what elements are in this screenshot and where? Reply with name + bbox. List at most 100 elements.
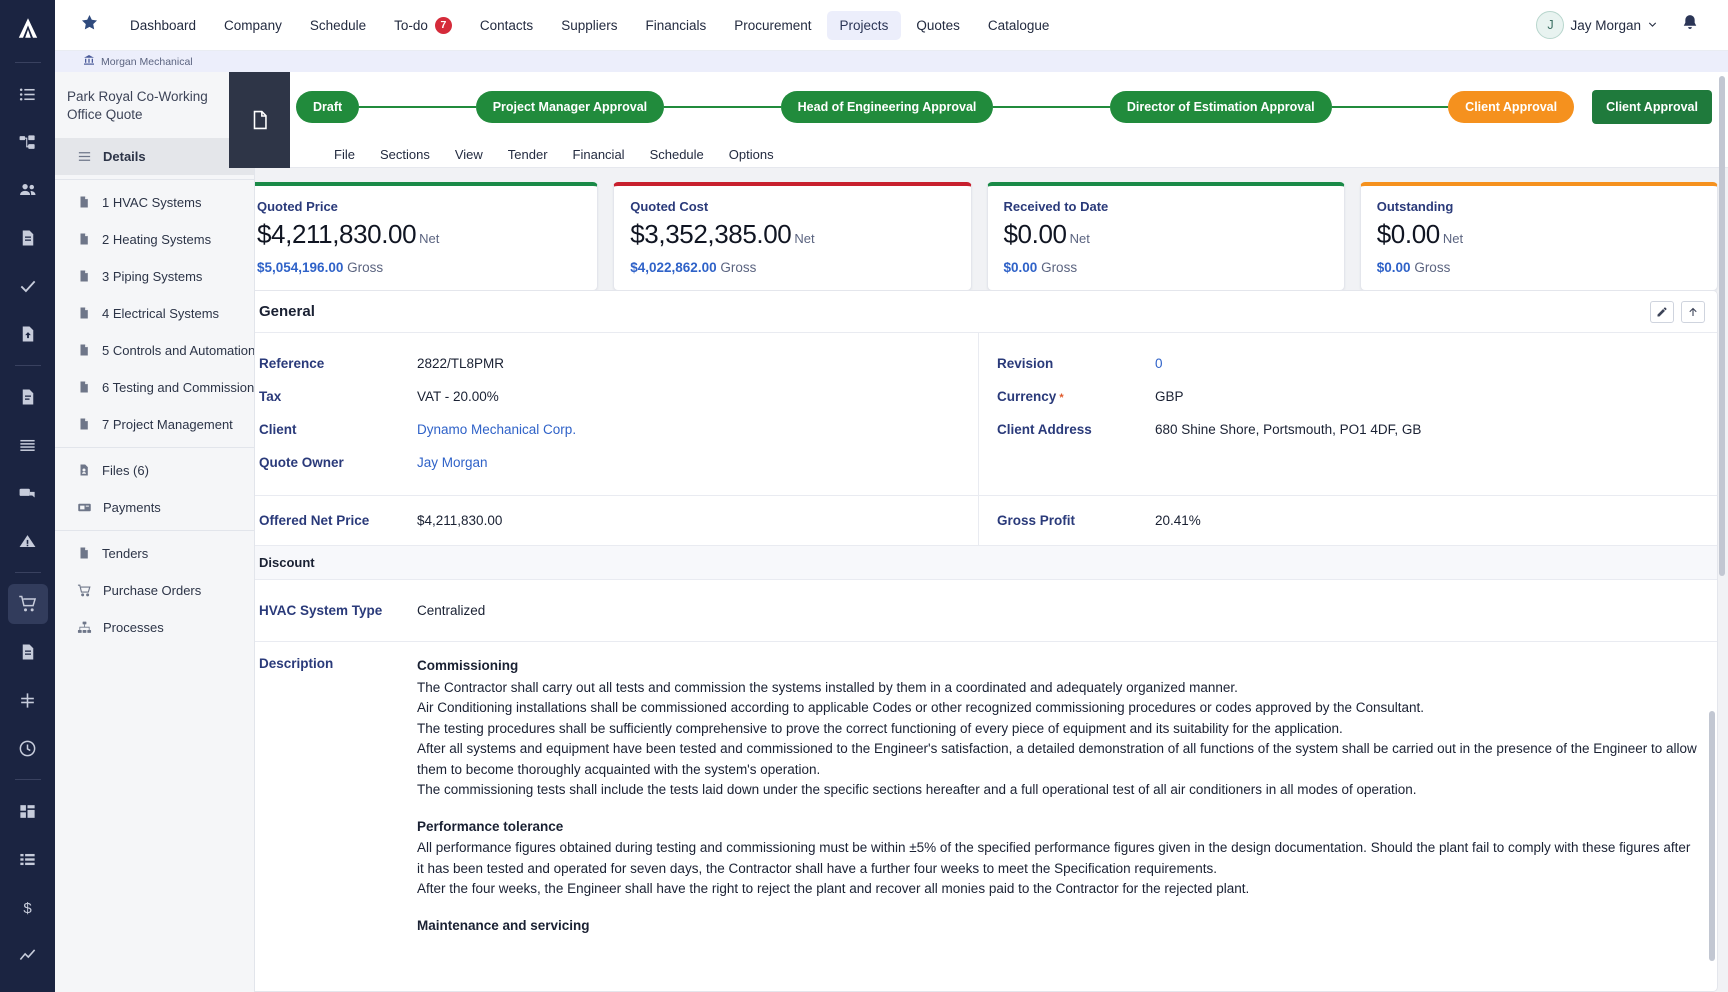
people-icon[interactable] <box>8 170 48 210</box>
nav-item-company[interactable]: Company <box>211 11 295 40</box>
sidebar-item-section-2[interactable]: 2 Heating Systems <box>55 221 254 258</box>
sidebar-item-section-7[interactable]: 7 Project Management <box>55 406 254 443</box>
payment-icon <box>77 500 92 515</box>
document-tab[interactable] <box>229 72 290 168</box>
svg-text:$: $ <box>23 900 32 917</box>
required-asterisk-icon: * <box>1056 392 1063 404</box>
field-value-client[interactable]: Dynamo Mechanical Corp. <box>417 422 576 437</box>
nav-item-financials[interactable]: Financials <box>632 11 719 40</box>
nav-item-procurement[interactable]: Procurement <box>721 11 824 40</box>
nav-item-contacts[interactable]: Contacts <box>467 11 546 40</box>
file-upload-icon[interactable] <box>8 314 48 354</box>
sidebar-item-label: 5 Controls and Automation <box>102 343 255 358</box>
edit-pencil-icon[interactable] <box>1650 301 1674 323</box>
workflow-step-client-approval[interactable]: Client Approval <box>1448 91 1574 123</box>
clock-icon[interactable] <box>8 728 48 768</box>
field-value-revision[interactable]: 0 <box>1155 356 1163 371</box>
client-approval-button[interactable]: Client Approval <box>1592 90 1712 124</box>
kpi-sub-row: $0.00 Gross <box>1004 260 1328 275</box>
sidebar-item-section-3[interactable]: 3 Piping Systems <box>55 258 254 295</box>
favorites-star-icon[interactable] <box>80 13 99 37</box>
sidebar-item-details[interactable]: Details <box>55 138 254 175</box>
sidebar-item-section-4[interactable]: 4 Electrical Systems <box>55 295 254 332</box>
workflow-step-draft[interactable]: Draft <box>296 91 359 123</box>
project-sidebar: Park Royal Co-Working Office Quote Detai… <box>55 72 255 992</box>
field-label-revision: Revision <box>997 356 1155 371</box>
field-row: Quote OwnerJay Morgan <box>241 446 978 479</box>
menu-item-file[interactable]: File <box>323 144 366 165</box>
menu-item-schedule[interactable]: Schedule <box>639 144 715 165</box>
nav-item-label: Dashboard <box>130 18 196 33</box>
main-stage: Draft Project Manager Approval Head of Eng… <box>229 72 1728 992</box>
currency-icon[interactable]: $ <box>8 887 48 927</box>
stage-scrollbar[interactable] <box>1719 76 1725 576</box>
kpi-label: Quoted Cost <box>630 199 954 214</box>
nav-item-quotes[interactable]: Quotes <box>903 11 973 40</box>
description-heading-maintenance: Maintenance and servicing <box>417 916 1699 937</box>
table-list-icon[interactable] <box>8 839 48 879</box>
app-logo[interactable] <box>0 0 55 55</box>
sidebar-item-section-6[interactable]: 6 Testing and Commissioning <box>55 369 254 406</box>
sidebar-item-section-5[interactable]: 5 Controls and Automation <box>55 332 254 369</box>
field-value-tax: VAT - 20.00% <box>417 389 499 404</box>
field-value-quote-owner[interactable]: Jay Morgan <box>417 455 488 470</box>
nav-item-suppliers[interactable]: Suppliers <box>548 11 630 40</box>
sidebar-item-tenders[interactable]: Tenders <box>55 535 254 572</box>
field-row: Client Dynamo Mechanical Corp. <box>241 413 978 446</box>
sidebar-item-purchase-orders[interactable]: Purchase Orders <box>55 572 254 609</box>
trend-icon[interactable] <box>8 935 48 975</box>
lines-icon[interactable] <box>8 425 48 465</box>
document-icon <box>77 343 91 357</box>
kpi-sub-label: Gross <box>720 260 756 275</box>
chat-icon[interactable] <box>8 473 48 513</box>
nav-item-to-do[interactable]: To-do7 <box>381 10 465 41</box>
menu-item-options[interactable]: Options <box>718 144 785 165</box>
collapse-up-arrow-icon[interactable] <box>1681 301 1705 323</box>
nav-item-catalogue[interactable]: Catalogue <box>975 11 1063 40</box>
user-name-label: Jay Morgan <box>1570 18 1641 33</box>
offered-net-price-cell: Offered Net Price $4,211,830.00 <box>241 496 979 545</box>
description-scrollbar[interactable] <box>1709 711 1715 961</box>
check-icon[interactable] <box>8 266 48 306</box>
workflow-step-project-manager-approval[interactable]: Project Manager Approval <box>476 91 664 123</box>
sidebar-item-processes[interactable]: Processes <box>55 609 254 646</box>
cart-icon[interactable] <box>8 584 48 624</box>
menu-item-sections[interactable]: Sections <box>369 144 441 165</box>
field-label-text: Client <box>259 422 297 437</box>
kpi-sub-value: $0.00 <box>1004 260 1038 275</box>
kpi-sub-value: $4,022,862.00 <box>630 260 716 275</box>
note-icon[interactable] <box>8 377 48 417</box>
avatar: J <box>1536 11 1564 39</box>
menu-item-view[interactable]: View <box>444 144 494 165</box>
sidebar-item-section-1[interactable]: 1 HVAC Systems <box>55 184 254 221</box>
menu-item-financial[interactable]: Financial <box>562 144 636 165</box>
sidebar-item-payments[interactable]: Payments <box>55 489 254 526</box>
document-icon[interactable] <box>8 218 48 258</box>
nav-item-label: Suppliers <box>561 18 617 33</box>
field-label-client: Client <box>259 422 417 437</box>
nav-item-label: Contacts <box>480 18 533 33</box>
project-title: Park Royal Co-Working Office Quote <box>55 72 254 138</box>
field-value-client-address: 680 Shine Shore, Portsmouth, PO1 4DF, GB <box>1155 422 1421 437</box>
nav-item-dashboard[interactable]: Dashboard <box>117 11 209 40</box>
sidebar-item-files[interactable]: Files (6) <box>55 452 254 489</box>
workflow-step-director-of-estimation-approval[interactable]: Director of Estimation Approval <box>1110 91 1332 123</box>
plus-lines-icon[interactable] <box>8 680 48 720</box>
list-icon[interactable] <box>8 74 48 114</box>
nav-item-projects[interactable]: Projects <box>827 11 902 40</box>
invoice-icon[interactable] <box>8 632 48 672</box>
sidebar-item-label: Payments <box>103 500 161 515</box>
workflow-step-head-of-engineering-approval[interactable]: Head of Engineering Approval <box>781 91 994 123</box>
nav-item-schedule[interactable]: Schedule <box>297 11 379 40</box>
sidebar-divider-2 <box>55 447 254 448</box>
sidebar-item-label: 6 Testing and Commissioning <box>102 380 255 395</box>
gross-profit-value: 20.41% <box>1155 513 1201 528</box>
org-chart-icon[interactable] <box>8 122 48 162</box>
user-menu[interactable]: J Jay Morgan <box>1536 11 1658 39</box>
menu-item-tender[interactable]: Tender <box>497 144 559 165</box>
warning-icon[interactable] <box>8 521 48 561</box>
notifications-bell-icon[interactable] <box>1680 13 1700 38</box>
breadcrumb-company[interactable]: Morgan Mechanical <box>101 56 193 68</box>
dashboard-grid-icon[interactable] <box>8 791 48 831</box>
nav-item-label: Projects <box>840 18 889 33</box>
